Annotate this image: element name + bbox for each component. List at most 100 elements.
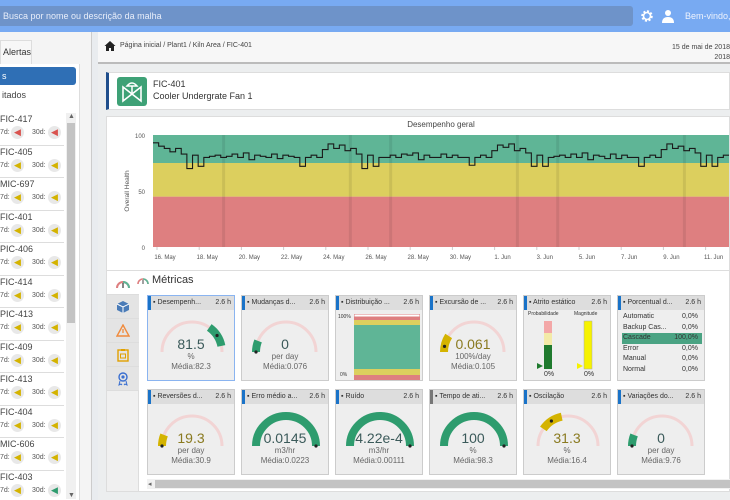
trend-30d-icon: ◀ xyxy=(48,321,61,334)
metric-card[interactable]: ▪ Tempo de ati... 2.6 h 100% Média:98.3 xyxy=(429,389,517,475)
user-icon[interactable] xyxy=(661,9,675,23)
distribution-chart xyxy=(354,314,420,380)
scroll-left-icon[interactable]: ◂ xyxy=(148,480,152,488)
loop-name[interactable]: FIC-401 xyxy=(0,212,33,222)
metric-value: 0.061 xyxy=(455,336,491,352)
trend-7d-icon: ◀ xyxy=(11,483,24,497)
mode-percent: 0,0% xyxy=(682,344,698,352)
loop-name[interactable]: FIC-403 xyxy=(0,472,33,482)
tab-metrics[interactable] xyxy=(107,271,139,295)
favorites-link[interactable]: itados xyxy=(2,90,26,100)
metric-card[interactable]: ▪ Porcentual d... 2.6 h Automatic 0,0% Backu… xyxy=(617,295,705,381)
metric-card[interactable]: ▪ Erro médio a... 2.6 h 0.0145 m3/hr Média:0… xyxy=(241,389,329,475)
tab-model[interactable] xyxy=(107,295,139,319)
loop-name[interactable]: FIC-404 xyxy=(0,407,33,417)
period-separator xyxy=(682,135,686,247)
loop-list-item[interactable]: FIC-409 7d: ◀ 30d: ◀ xyxy=(0,341,64,373)
loop-name[interactable]: FIC-413 xyxy=(0,374,33,384)
label-7d: 7d: xyxy=(0,291,10,299)
health-band xyxy=(153,135,729,163)
trend-7d-icon: ◀ xyxy=(11,126,24,139)
mode-percentage-table: Automatic 0,0% Backup Cas... 0,0% Cascade 100… xyxy=(622,312,702,375)
tab-certificates[interactable] xyxy=(107,367,139,391)
loop-name[interactable]: FIC-417 xyxy=(0,114,33,124)
metric-card[interactable]: ▪ Desempenh... 2.6 h 81.5% Média:82.3 xyxy=(147,295,235,381)
alerts-panel: s itados FIC-417 7d: ◀ 30d: ◀ FIC-405 7d:… xyxy=(0,64,80,500)
loop-list-item[interactable]: FIC-414 7d: ◀ 30d: ◀ xyxy=(0,276,64,308)
label-7d: 7d: xyxy=(0,324,10,331)
loop-list-item[interactable]: FIC-413 7d: ◀ 30d: ◀ xyxy=(0,373,64,406)
metric-title: Distribuição ... xyxy=(345,299,390,306)
search-input[interactable]: Busca por nome ou descrição da malha xyxy=(0,6,633,26)
trend-30d-icon: ◀ xyxy=(48,353,61,367)
metric-average: Média:0.105 xyxy=(450,362,496,371)
loop-list-item[interactable]: FIC-403 7d: ◀ 30d: ◀ xyxy=(0,471,64,500)
label-7d: 7d: xyxy=(0,389,10,396)
percent-icon: ▪ xyxy=(623,299,626,306)
loop-list-item[interactable]: MIC-606 7d: ◀ 30d: ◀ xyxy=(0,438,64,471)
breadcrumb[interactable]: Página inicial / Plant1 / Kiln Area / FI… xyxy=(120,42,252,49)
tab-alerts[interactable] xyxy=(107,319,139,343)
scroll-thumb[interactable] xyxy=(155,480,730,488)
x-tick-label: 11. Jun xyxy=(704,255,723,261)
metric-value: 0.0145 xyxy=(263,430,307,446)
metric-card[interactable]: ▪ Distribuição ... 2.6 h 100% 0% xyxy=(335,295,423,381)
loop-list-item[interactable]: PIC-413 7d: ◀ 30d: ◀ xyxy=(0,308,64,341)
home-icon[interactable] xyxy=(104,40,116,52)
scroll-up-icon[interactable]: ▲ xyxy=(68,113,75,120)
metric-card-header: ▪ Porcentual d... 2.6 h xyxy=(618,296,704,310)
scroll-down-icon[interactable]: ▼ xyxy=(68,492,75,499)
trend-30d-icon: ◀ xyxy=(48,451,61,464)
welcome-text[interactable]: Bem-vindo, ... xyxy=(685,0,730,32)
dist-top-label: 100% xyxy=(338,314,351,320)
loop-name[interactable]: PIC-413 xyxy=(0,309,33,319)
loop-tag: FIC-401 xyxy=(153,79,186,89)
loop-name[interactable]: PIC-406 xyxy=(0,244,33,254)
metric-card[interactable]: ▪ Mudanças d... 2.6 h 0 per day Média:0.076 xyxy=(241,295,329,381)
oscillation-icon: ▪ xyxy=(529,393,532,400)
loop-name[interactable]: FIC-405 xyxy=(0,147,33,157)
gear-icon[interactable] xyxy=(640,9,654,23)
metric-title: Ruído xyxy=(345,393,365,400)
loop-list-item[interactable]: FIC-404 7d: ◀ 30d: ◀ xyxy=(0,406,64,438)
loop-name[interactable]: FIC-414 xyxy=(0,277,33,287)
metrics-horizontal-scrollbar[interactable]: ◂ xyxy=(147,479,730,489)
metric-card-header: ▪ Tempo de ati... 2.6 h xyxy=(430,390,516,404)
y-tick-label: 0 xyxy=(142,246,146,252)
loop-list-item[interactable]: PIC-406 7d: ◀ 30d: ◀ xyxy=(0,243,64,276)
metric-title: Tempo de ati... xyxy=(439,393,486,400)
loop-list-item[interactable]: FIC-405 7d: ◀ 30d: ◀ xyxy=(0,146,64,178)
metric-card[interactable]: ▪ Oscilação 2.6 h 31.3% Média:16.4 xyxy=(523,389,611,475)
metric-card[interactable]: ▪ Variações do... 2.6 h 0 per day Média:9.76 xyxy=(617,389,705,475)
metric-card[interactable]: ▪ Reversões d... 2.6 h 19.3 per day Média:30… xyxy=(147,389,235,475)
loop-name[interactable]: MIC-697 xyxy=(0,179,35,189)
tab-reports[interactable] xyxy=(107,343,139,367)
scroll-thumb[interactable] xyxy=(67,123,75,323)
metric-card[interactable]: ▪ Excursão de ... 2.6 h 0.061 100%/day Média… xyxy=(429,295,517,381)
health-chart-panel: Desempenho geral 0 50 100 Overall Health 16. … xyxy=(106,116,730,294)
period-separator xyxy=(515,135,519,247)
loop-name[interactable]: FIC-409 xyxy=(0,342,33,352)
trend-30d-icon: ◀ xyxy=(48,288,61,302)
metric-card[interactable]: ▪ Ruído 2.6 h 4.22e-4 m3/hr Média:0.00111 xyxy=(335,389,423,475)
loop-name[interactable]: MIC-606 xyxy=(0,439,35,449)
trend-30d-icon: ◀ xyxy=(48,483,61,497)
trend-7d-icon: ◀ xyxy=(11,321,24,334)
friction-bars xyxy=(537,320,593,370)
loop-list-item[interactable]: FIC-401 7d: ◀ 30d: ◀ xyxy=(0,211,64,243)
metric-value: 31.3 xyxy=(553,430,581,446)
label-30d: 30d: xyxy=(32,389,46,396)
loop-list-item[interactable]: FIC-417 7d: ◀ 30d: ◀ xyxy=(0,113,64,146)
x-tick-label: 22. May xyxy=(281,255,302,261)
metric-card[interactable]: ▪ Atrito estático 2.6 h Probabilidade Magn… xyxy=(523,295,611,381)
metric-average: Média:98.3 xyxy=(453,456,493,465)
period-separator xyxy=(389,135,393,247)
list-scrollbar[interactable]: ▲ ▼ xyxy=(66,113,76,499)
label-30d: 30d: xyxy=(32,291,46,299)
date-range-start: 15 de mai de 2018 xyxy=(672,44,730,51)
loop-list-item[interactable]: MIC-697 7d: ◀ 30d: ◀ xyxy=(0,178,64,211)
filter-button[interactable]: s xyxy=(0,67,76,85)
tab-alertas[interactable]: Alertas xyxy=(0,40,32,64)
trend-7d-icon: ◀ xyxy=(11,353,24,367)
x-tick-label: 30. May xyxy=(450,255,471,261)
